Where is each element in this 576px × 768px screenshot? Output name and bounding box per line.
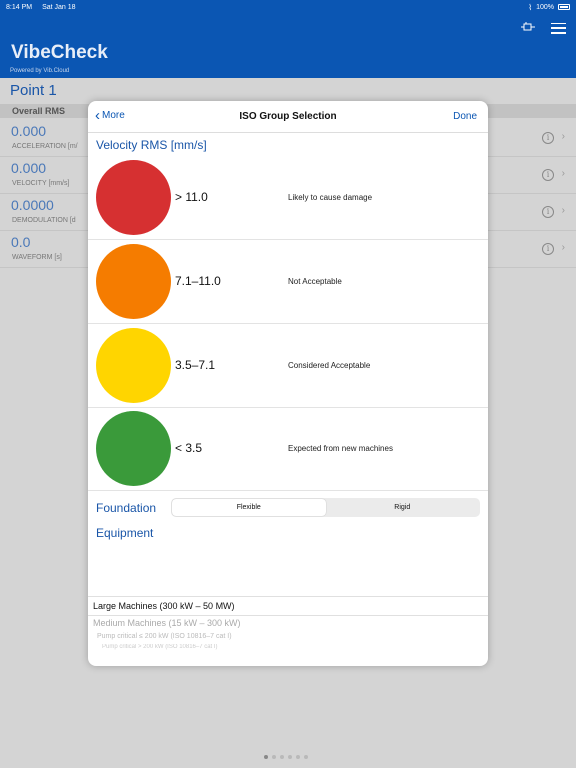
chevron-right-icon: ›: [561, 131, 565, 142]
foundation-segmented-control[interactable]: Flexible Rigid: [171, 498, 480, 517]
status-time: 8:14 PM: [6, 3, 33, 11]
info-icon[interactable]: i: [542, 206, 554, 218]
menu-icon[interactable]: [551, 22, 566, 34]
picker-option[interactable]: Pump critical ≤ 200 kW (ISO 10816–7 cat …: [97, 633, 232, 640]
picker-divider: [88, 615, 488, 616]
foundation-option-flexible[interactable]: Flexible: [172, 499, 326, 516]
iso-zone-row[interactable]: 3.5–7.1 Considered Acceptable: [88, 324, 488, 408]
battery-percent: 100%: [536, 3, 554, 11]
zone-color-circle: [96, 160, 171, 235]
chevron-right-icon: ›: [561, 205, 565, 216]
app-title: VibeCheck: [11, 42, 108, 63]
equipment-label: Equipment: [96, 526, 154, 540]
iso-group-modal: ‹ More ISO Group Selection Done Velocity…: [88, 101, 488, 666]
page-dot: [280, 755, 284, 759]
measurement-label: VELOCITY [mm/s]: [12, 180, 70, 187]
zone-description: Likely to cause damage: [288, 193, 373, 202]
measurement-label: ACCELERATION [m/: [12, 143, 78, 150]
picker-option[interactable]: Pump critical > 200 kW (ISO 10816–7 cat …: [102, 644, 218, 650]
measurement-value: 0.000: [11, 123, 47, 139]
header-icons: [521, 19, 566, 37]
info-icon[interactable]: i: [542, 243, 554, 255]
page-dot: [296, 755, 300, 759]
app-header: VibeCheck Powered by Vib.Cloud: [0, 14, 576, 78]
modal-title: ISO Group Selection: [239, 111, 337, 122]
info-icon[interactable]: i: [542, 132, 554, 144]
iso-zone-row[interactable]: < 3.5 Expected from new machines: [88, 407, 488, 491]
sensor-icon[interactable]: [521, 19, 535, 37]
zone-description: Not Acceptable: [288, 277, 342, 286]
page-dot: [264, 755, 268, 759]
zone-description: Expected from new machines: [288, 444, 393, 453]
zone-range: 3.5–7.1: [175, 358, 216, 372]
chevron-right-icon: ›: [561, 168, 565, 179]
page-dot: [288, 755, 292, 759]
wifi-icon: ⌇: [528, 2, 533, 12]
zone-range: < 3.5: [175, 441, 203, 455]
measurement-label: DEMODULATION [d: [12, 217, 76, 224]
zone-range: > 11.0: [175, 190, 208, 204]
page-dot: [272, 755, 276, 759]
info-icon[interactable]: i: [542, 169, 554, 181]
status-date: Sat Jan 18: [42, 3, 76, 11]
zone-range: 7.1–11.0: [175, 274, 221, 288]
velocity-rms-label: Velocity RMS [mm/s]: [96, 138, 207, 152]
page-dot: [304, 755, 308, 759]
status-bar: 8:14 PM Sat Jan 18 ⌇ 100%: [0, 0, 576, 14]
iso-zone-row[interactable]: > 11.0 Likely to cause damage: [88, 156, 488, 240]
page-title: Point 1: [10, 82, 57, 99]
measurement-label: WAVEFORM [s]: [12, 254, 62, 261]
status-right: ⌇ 100%: [528, 3, 570, 12]
done-button[interactable]: Done: [453, 111, 477, 122]
foundation-label: Foundation: [96, 501, 157, 515]
iso-zone-row[interactable]: 7.1–11.0 Not Acceptable: [88, 240, 488, 324]
zone-description: Considered Acceptable: [288, 361, 371, 370]
equipment-picker[interactable]: Large Machines (300 kW – 50 MW) Medium M…: [88, 596, 488, 666]
measurement-value: 0.0000: [11, 197, 54, 213]
measurement-value: 0.000: [11, 160, 47, 176]
foundation-option-rigid[interactable]: Rigid: [326, 499, 480, 516]
zone-color-circle: [96, 411, 171, 486]
battery-icon: [558, 4, 570, 10]
picker-option[interactable]: Medium Machines (15 kW – 300 kW): [93, 618, 241, 628]
zone-color-circle: [96, 328, 171, 403]
picker-option-selected[interactable]: Large Machines (300 kW – 50 MW): [93, 601, 235, 611]
chevron-right-icon: ›: [561, 242, 565, 253]
page-indicator[interactable]: [264, 755, 308, 759]
app-subtitle: Powered by Vib.Cloud: [10, 68, 70, 74]
zone-color-circle: [96, 244, 171, 319]
modal-nav-bar: ‹ More ISO Group Selection Done: [88, 101, 488, 133]
measurement-value: 0.0: [11, 234, 31, 250]
